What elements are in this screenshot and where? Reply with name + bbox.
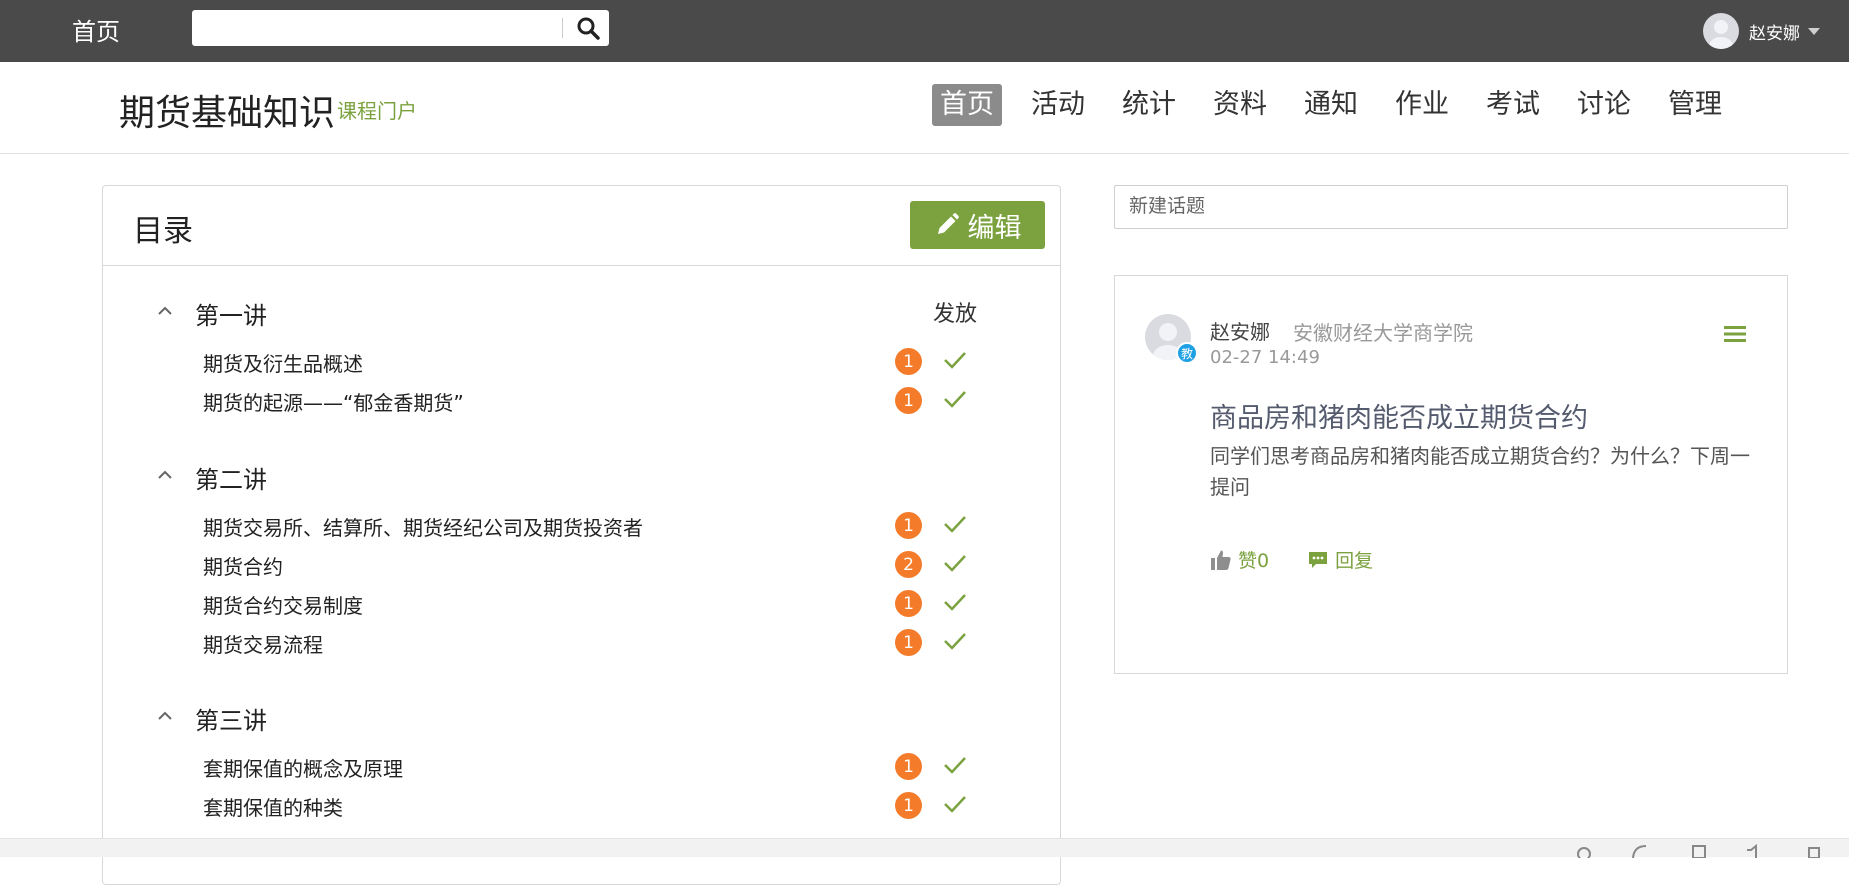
avatar bbox=[1703, 13, 1739, 49]
reply-label: 回复 bbox=[1335, 550, 1374, 572]
chevron-down-icon bbox=[1808, 27, 1820, 35]
task-count-badge: 1 bbox=[895, 629, 922, 656]
volume-icon[interactable] bbox=[1745, 842, 1763, 858]
tab-notices[interactable]: 通知 bbox=[1296, 84, 1366, 126]
chapter-row[interactable]: 第三讲 bbox=[103, 697, 1062, 737]
tab-manage[interactable]: 管理 bbox=[1660, 84, 1730, 126]
post-title[interactable]: 商品房和猪肉能否成立期货合约 bbox=[1210, 396, 1588, 435]
list-item[interactable]: 期货合约交易制度 1 bbox=[103, 584, 1062, 623]
tab-homework[interactable]: 作业 bbox=[1387, 84, 1457, 126]
chapter-row[interactable]: 第一讲 发放 bbox=[103, 292, 1062, 332]
search-divider bbox=[562, 18, 563, 38]
check-icon bbox=[944, 555, 966, 572]
bottom-toolbar bbox=[0, 838, 1849, 858]
like-button[interactable]: 赞0 bbox=[1210, 546, 1269, 573]
lesson-title[interactable]: 期货合约交易制度 bbox=[203, 590, 363, 619]
reply-button[interactable]: 回复 bbox=[1307, 546, 1373, 573]
chevron-up-icon[interactable] bbox=[158, 468, 172, 482]
tab-home[interactable]: 首页 bbox=[932, 84, 1002, 126]
post-author[interactable]: 赵安娜 bbox=[1210, 316, 1270, 345]
top-bar: 首页 赵安娜 bbox=[0, 0, 1849, 62]
course-portal-link[interactable]: 课程门户 bbox=[337, 95, 417, 124]
list-item[interactable]: 期货及衍生品概述 1 bbox=[103, 342, 1062, 381]
tab-statistics[interactable]: 统计 bbox=[1114, 84, 1184, 126]
home-link[interactable]: 首页 bbox=[72, 12, 120, 47]
chapter-name: 第三讲 bbox=[195, 707, 267, 735]
post-body: 同学们思考商品房和猪肉能否成立期货合约？为什么？下周一提问 bbox=[1210, 444, 1750, 499]
directory-header: 目录 编辑 bbox=[103, 186, 1060, 266]
check-icon bbox=[944, 516, 966, 533]
new-topic-input[interactable] bbox=[1114, 185, 1788, 229]
window-icon[interactable] bbox=[1805, 842, 1823, 858]
hamburger-menu-icon[interactable] bbox=[1723, 324, 1747, 344]
chevron-up-icon[interactable] bbox=[158, 709, 172, 723]
check-icon bbox=[944, 594, 966, 611]
course-nav: 首页 活动 统计 资料 通知 作业 考试 讨论 管理 bbox=[932, 84, 1751, 126]
task-count-badge: 1 bbox=[895, 753, 922, 780]
search-button[interactable] bbox=[568, 10, 608, 46]
release-column-label: 发放 bbox=[933, 302, 978, 327]
course-title: 期货基础知识 bbox=[119, 93, 336, 134]
edit-button-label: 编辑 bbox=[967, 212, 1022, 244]
check-icon bbox=[944, 352, 966, 369]
lesson-title[interactable]: 期货的起源——“郁金香期货” bbox=[203, 387, 464, 416]
user-avatar-icon bbox=[1709, 20, 1733, 49]
lesson-title[interactable]: 套期保值的种类 bbox=[203, 792, 343, 821]
search-input[interactable] bbox=[192, 10, 564, 46]
task-count-badge: 1 bbox=[895, 348, 922, 375]
tab-materials[interactable]: 资料 bbox=[1205, 84, 1275, 126]
lesson-title[interactable]: 期货交易所、结算所、期货经纪公司及期货投资者 bbox=[203, 512, 643, 541]
lesson-title[interactable]: 期货交易流程 bbox=[203, 629, 323, 658]
task-count-badge: 1 bbox=[895, 792, 922, 819]
lesson-title[interactable]: 期货合约 bbox=[203, 551, 283, 580]
like-label: 赞0 bbox=[1238, 550, 1270, 572]
chapter-row[interactable]: 第二讲 bbox=[103, 456, 1062, 496]
list-item[interactable]: 期货交易所、结算所、期货经纪公司及期货投资者 1 bbox=[103, 506, 1062, 545]
tab-activity[interactable]: 活动 bbox=[1023, 84, 1093, 126]
list-item[interactable]: 期货的起源——“郁金香期货” 1 bbox=[103, 381, 1062, 420]
task-count-badge: 2 bbox=[895, 551, 922, 578]
search-icon bbox=[577, 17, 600, 40]
directory-panel: 目录 编辑 第一讲 发放 期货及衍生品概述 1 期货的起源——“郁金香期货” 1 bbox=[102, 185, 1061, 885]
task-count-badge: 1 bbox=[895, 590, 922, 617]
check-icon bbox=[944, 757, 966, 774]
comment-icon bbox=[1309, 551, 1328, 568]
list-item[interactable]: 期货交易流程 1 bbox=[103, 623, 1062, 662]
chapter-2: 第二讲 期货交易所、结算所、期货经纪公司及期货投资者 1 期货合约 2 期货合约… bbox=[103, 456, 1062, 662]
user-menu[interactable]: 赵安娜 bbox=[1703, 13, 1820, 49]
lesson-title[interactable]: 套期保值的概念及原理 bbox=[203, 753, 403, 782]
chapter-1: 第一讲 发放 期货及衍生品概述 1 期货的起源——“郁金香期货” 1 bbox=[103, 292, 1062, 420]
teacher-badge: 教 bbox=[1176, 342, 1198, 364]
list-item[interactable]: 套期保值的概念及原理 1 bbox=[103, 747, 1062, 786]
leaf-icon[interactable] bbox=[1630, 842, 1648, 858]
chapter-3: 第三讲 套期保值的概念及原理 1 套期保值的种类 1 bbox=[103, 697, 1062, 825]
post-school: 安徽财经大学商学院 bbox=[1293, 321, 1473, 345]
tab-discussion[interactable]: 讨论 bbox=[1569, 84, 1639, 126]
task-count-badge: 1 bbox=[895, 512, 922, 539]
trash-icon[interactable] bbox=[1690, 842, 1708, 858]
post-actions: 赞0 回复 bbox=[1210, 546, 1411, 573]
pencil-icon bbox=[937, 213, 959, 234]
list-item[interactable]: 套期保值的种类 1 bbox=[103, 786, 1062, 825]
edit-button[interactable]: 编辑 bbox=[910, 201, 1045, 249]
chapter-name: 第一讲 bbox=[195, 302, 267, 330]
chapter-name: 第二讲 bbox=[195, 466, 267, 494]
post-time: 02-27 14:49 bbox=[1210, 347, 1320, 368]
thumbs-up-icon bbox=[1211, 550, 1231, 570]
lesson-title[interactable]: 期货及衍生品概述 bbox=[203, 348, 363, 377]
search-box bbox=[192, 10, 609, 46]
check-icon bbox=[944, 796, 966, 813]
check-icon bbox=[944, 633, 966, 650]
course-header: 期货基础知识 课程门户 首页 活动 统计 资料 通知 作业 考试 讨论 管理 bbox=[0, 62, 1849, 154]
discussion-post-card: 教 赵安娜 安徽财经大学商学院 02-27 14:49 商品房和猪肉能否成立期货… bbox=[1114, 275, 1788, 674]
tab-exams[interactable]: 考试 bbox=[1478, 84, 1548, 126]
chevron-up-icon[interactable] bbox=[158, 304, 172, 318]
user-name: 赵安娜 bbox=[1749, 23, 1800, 44]
directory-title: 目录 bbox=[133, 214, 193, 249]
check-icon bbox=[944, 391, 966, 408]
link-icon[interactable] bbox=[1575, 842, 1593, 858]
list-item[interactable]: 期货合约 2 bbox=[103, 545, 1062, 584]
task-count-badge: 1 bbox=[895, 387, 922, 414]
